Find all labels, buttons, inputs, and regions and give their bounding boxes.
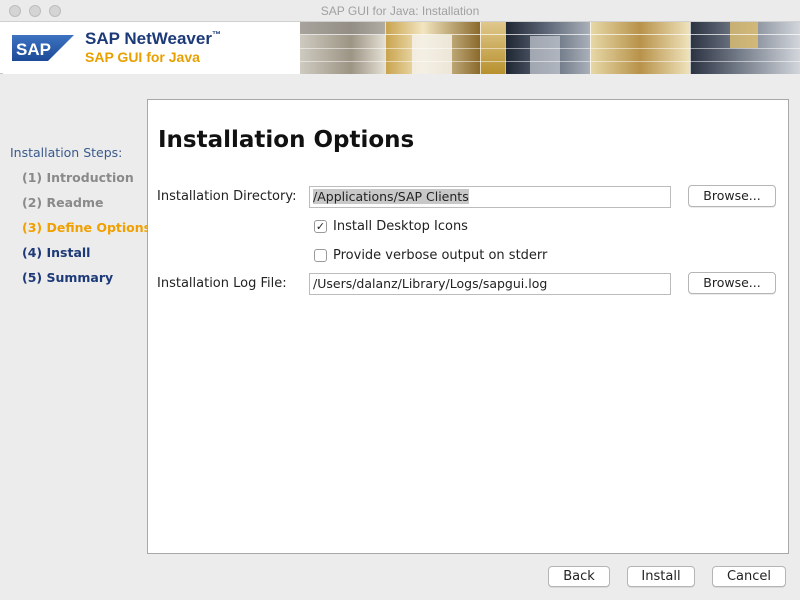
- cancel-button[interactable]: Cancel: [712, 566, 786, 587]
- trademark-mark: ™: [211, 29, 221, 40]
- checkmark-icon: ✓: [315, 220, 326, 233]
- install-dir-label: Installation Directory:: [157, 189, 297, 204]
- step-introduction: (1) Introduction: [22, 170, 134, 185]
- desktop-icons-label: Install Desktop Icons: [333, 219, 468, 234]
- verbose-output-label: Provide verbose output on stderr: [333, 248, 548, 263]
- step-install: (4) Install: [22, 245, 91, 260]
- banner-image-mosaic: [300, 22, 800, 74]
- verbose-output-checkbox[interactable]: [314, 249, 327, 262]
- install-dir-browse-button[interactable]: Browse...: [688, 185, 776, 207]
- step-summary: (5) Summary: [22, 270, 114, 285]
- banner-brand-area: SAP SAP NetWeaver™ SAP GUI for Java: [3, 22, 300, 74]
- steps-title: Installation Steps:: [10, 145, 123, 160]
- product-line-text: SAP NetWeaver: [85, 29, 212, 48]
- page-title: Installation Options: [158, 127, 415, 153]
- log-file-field[interactable]: /Users/dalanz/Library/Logs/sapgui.log: [309, 273, 671, 295]
- log-file-browse-button[interactable]: Browse...: [688, 272, 776, 294]
- install-button[interactable]: Install: [627, 566, 695, 587]
- window-title: SAP GUI for Java: Installation: [320, 4, 480, 18]
- desktop-icons-checkbox[interactable]: ✓: [314, 220, 327, 233]
- install-dir-field[interactable]: /Applications/SAP Clients: [309, 186, 671, 208]
- product-name: SAP GUI for Java: [85, 49, 200, 65]
- back-button[interactable]: Back: [548, 566, 610, 587]
- product-banner: SAP SAP NetWeaver™ SAP GUI for Java: [0, 22, 800, 74]
- product-line-title: SAP NetWeaver™: [85, 29, 221, 49]
- log-file-label: Installation Log File:: [157, 276, 287, 291]
- title-bar: SAP GUI for Java: Installation: [0, 0, 800, 22]
- options-panel: Installation Options Installation Direct…: [147, 99, 789, 554]
- step-readme: (2) Readme: [22, 195, 104, 210]
- install-dir-value: /Applications/SAP Clients: [313, 189, 469, 204]
- installer-window: SAP GUI for Java: Installation SAP SAP N…: [0, 0, 800, 600]
- sap-logo: SAP: [12, 35, 74, 61]
- step-define-options: (3) Define Options: [22, 220, 152, 235]
- sap-logo-text: SAP: [16, 40, 51, 59]
